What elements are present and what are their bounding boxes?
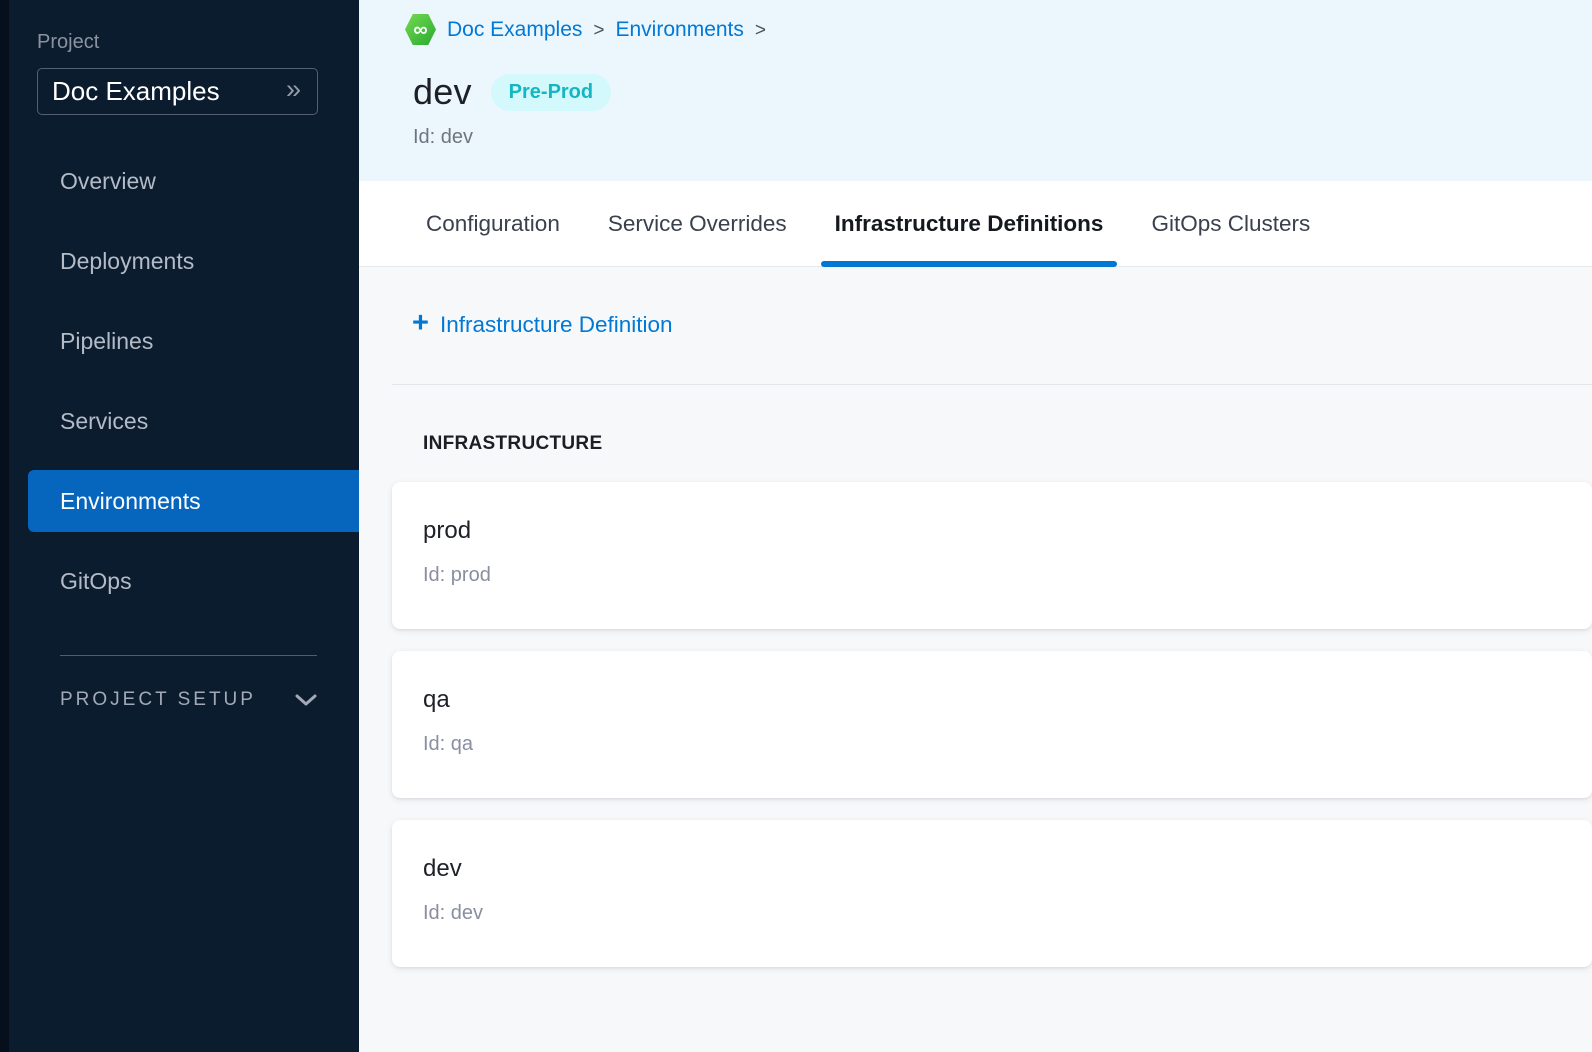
environments-hexagon-icon: ∞ (405, 13, 436, 46)
sidebar-item-overview[interactable]: Overview (9, 141, 359, 221)
main-area: ∞ Doc Examples > Environments > dev Pre-… (359, 0, 1592, 1052)
project-setup-label: PROJECT SETUP (60, 689, 256, 711)
content-divider (392, 384, 1592, 385)
infrastructure-id: Id: dev (423, 901, 1562, 925)
infrastructure-id: Id: qa (423, 732, 1562, 756)
sidebar: Project Doc Examples » Overview Deployme… (0, 0, 359, 1052)
infrastructure-name: prod (423, 516, 1562, 546)
infrastructure-name: dev (423, 854, 1562, 884)
sidebar-item-gitops[interactable]: GitOps (9, 541, 359, 621)
app: { "icons": { "project_hex": "∞", "double… (0, 0, 1592, 1052)
breadcrumb-separator-icon: > (755, 18, 766, 42)
page-title: dev (413, 71, 472, 113)
plus-icon: + (412, 309, 429, 341)
add-infrastructure-definition-button[interactable]: + Infrastructure Definition (412, 303, 673, 347)
tab-label: Infrastructure Definitions (835, 211, 1104, 237)
tab-label: Configuration (426, 211, 560, 237)
project-selector-value: Doc Examples (52, 76, 220, 107)
sidebar-item-label: Pipelines (60, 328, 153, 355)
sidebar-item-pipelines[interactable]: Pipelines (9, 301, 359, 381)
sidebar-nav: Overview Deployments Pipelines Services … (9, 141, 359, 621)
infrastructure-name: qa (423, 685, 1562, 715)
infrastructure-column-header: INFRASTRUCTURE (423, 433, 1592, 455)
breadcrumb: ∞ Doc Examples > Environments > (405, 13, 1592, 46)
sidebar-item-deployments[interactable]: Deployments (9, 221, 359, 301)
sidebar-item-label: Environments (60, 488, 201, 515)
tab-label: Service Overrides (608, 211, 787, 237)
breadcrumb-link-environments[interactable]: Environments (616, 18, 744, 42)
env-type-badge: Pre-Prod (491, 74, 611, 111)
tab-service-overrides[interactable]: Service Overrides (594, 181, 801, 266)
page-id-text: Id: dev (413, 126, 1592, 149)
sidebar-item-label: Deployments (60, 248, 194, 275)
sidebar-item-label: GitOps (60, 568, 132, 595)
project-selector[interactable]: Doc Examples » (37, 68, 318, 115)
infrastructure-card-prod[interactable]: prod Id: prod (392, 482, 1592, 629)
add-button-label: Infrastructure Definition (440, 312, 673, 338)
sidebar-divider (60, 655, 317, 656)
infrastructure-list: prod Id: prod qa Id: qa dev Id: dev (392, 482, 1592, 967)
tab-infrastructure-definitions[interactable]: Infrastructure Definitions (821, 181, 1118, 266)
breadcrumb-link-project[interactable]: Doc Examples (447, 18, 582, 42)
chevron-down-icon (295, 694, 317, 707)
double-chevron-icon: » (286, 76, 301, 107)
sidebar-item-environments[interactable]: Environments (28, 470, 359, 532)
page-header: ∞ Doc Examples > Environments > dev Pre-… (359, 0, 1592, 181)
tab-bar: Configuration Service Overrides Infrastr… (359, 181, 1592, 267)
tab-configuration[interactable]: Configuration (412, 181, 574, 266)
tab-gitops-clusters[interactable]: GitOps Clusters (1137, 181, 1324, 266)
infrastructure-id: Id: prod (423, 563, 1562, 587)
title-row: dev Pre-Prod (413, 71, 1592, 113)
breadcrumb-separator-icon: > (593, 18, 604, 42)
project-setup-toggle[interactable]: PROJECT SETUP (60, 689, 317, 711)
sidebar-item-label: Overview (60, 168, 156, 195)
tab-content: + Infrastructure Definition INFRASTRUCTU… (359, 267, 1592, 1052)
infrastructure-card-qa[interactable]: qa Id: qa (392, 651, 1592, 798)
infrastructure-card-dev[interactable]: dev Id: dev (392, 820, 1592, 967)
sidebar-item-services[interactable]: Services (9, 381, 359, 461)
project-label: Project (37, 31, 359, 54)
sidebar-item-label: Services (60, 408, 148, 435)
tab-label: GitOps Clusters (1151, 211, 1310, 237)
